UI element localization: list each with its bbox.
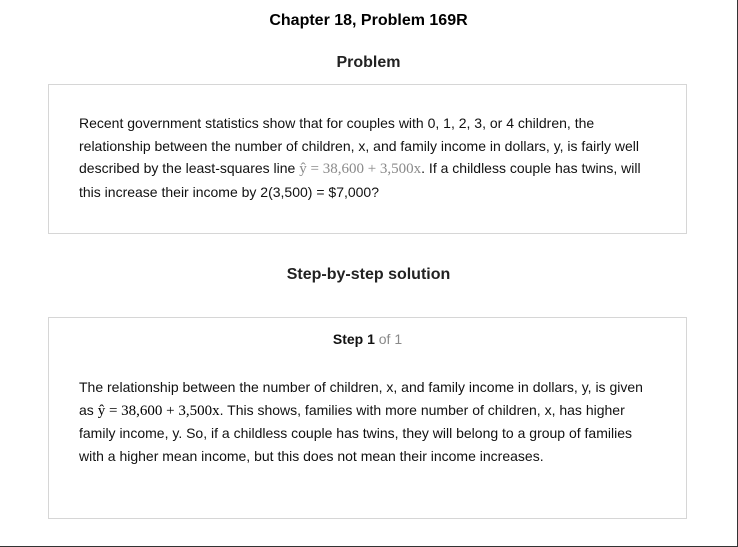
problem-text: Recent government statistics show that f… xyxy=(79,112,659,204)
step-indicator: Step 1 of 1 xyxy=(49,331,686,347)
step-count: of 1 xyxy=(378,331,403,347)
page-title: Chapter 18, Problem 169R xyxy=(269,12,468,29)
solution-heading: Step-by-step solution xyxy=(286,266,451,283)
solution-equation: ŷ = 38,600 + 3,500x xyxy=(97,402,220,419)
solution-card: Step 1 of 1 The relationship between the… xyxy=(48,317,687,519)
step-label: Step 1 xyxy=(332,331,375,347)
solution-text: The relationship between the number of c… xyxy=(79,376,659,468)
problem-card: Recent government statistics show that f… xyxy=(48,84,687,234)
problem-heading: Problem xyxy=(336,54,401,71)
problem-equation: ŷ = 38,600 + 3,500x xyxy=(299,161,422,178)
